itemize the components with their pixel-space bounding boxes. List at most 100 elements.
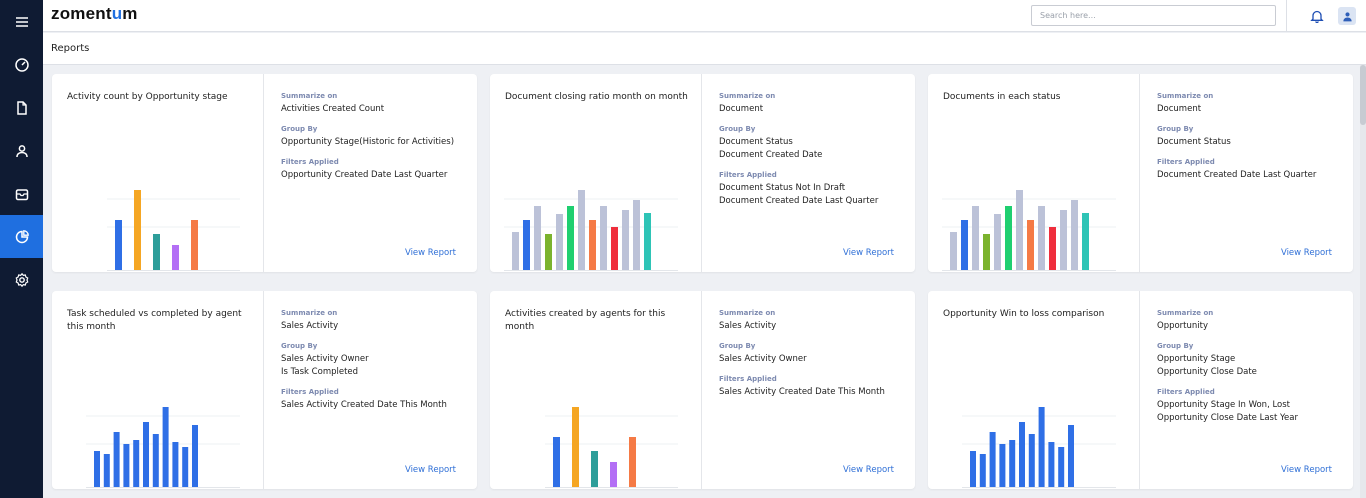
page-title: Reports (51, 43, 90, 54)
chart-bar[interactable] (1058, 447, 1065, 487)
report-card[interactable]: Task scheduled vs completed by agent thi… (52, 291, 477, 489)
chart-bar[interactable] (1068, 425, 1074, 487)
reports-icon (15, 229, 29, 243)
scrollbar-thumb[interactable] (1360, 65, 1366, 125)
chart-bar[interactable] (534, 206, 541, 270)
chart-bar[interactable] (1016, 190, 1023, 270)
chart-bar[interactable] (589, 220, 596, 270)
summarize-label: Summarize on (719, 92, 776, 100)
chart-bar[interactable] (989, 432, 996, 487)
logo[interactable]: zomentum (51, 4, 138, 24)
chart-bar[interactable] (192, 425, 198, 487)
search-input[interactable] (1031, 5, 1276, 26)
sidebar-item-contacts[interactable] (0, 129, 43, 172)
view-report-link[interactable]: View Report (843, 248, 894, 258)
view-report-link[interactable]: View Report (405, 248, 456, 258)
report-card[interactable]: Documents in each status Summarize on Doc… (928, 74, 1353, 272)
sidebar-item-inbox[interactable] (0, 172, 43, 215)
chart-bar[interactable] (633, 200, 640, 270)
card-details-panel: Summarize on Sales Activity Group By Sales… (281, 291, 471, 489)
chart-bar[interactable] (572, 407, 579, 487)
chart-bar[interactable] (1048, 442, 1055, 487)
sidebar-item-settings[interactable] (0, 258, 43, 301)
chart-bar[interactable] (113, 432, 120, 487)
chart-bar[interactable] (961, 220, 968, 270)
chart-bar[interactable] (611, 227, 618, 270)
chart-bar[interactable] (512, 232, 519, 270)
chart-bar[interactable] (153, 234, 160, 270)
chart-bar[interactable] (134, 190, 141, 270)
sidebar-item-reports[interactable] (0, 215, 43, 258)
chart-bar[interactable] (610, 462, 617, 487)
view-report-link[interactable]: View Report (405, 465, 456, 475)
chart-bar[interactable] (1028, 434, 1035, 487)
chart-bar[interactable] (979, 454, 986, 487)
report-card[interactable]: Opportunity Win to loss comparison Summa… (928, 291, 1353, 489)
chart-bar[interactable] (970, 451, 976, 487)
menu-button[interactable] (0, 0, 43, 43)
chart-bar[interactable] (972, 206, 979, 270)
report-card[interactable]: Document closing ratio month on month Su… (490, 74, 915, 272)
bar-chart (545, 407, 678, 488)
chart-bar[interactable] (172, 245, 179, 270)
report-card[interactable]: Activities created by agents for this mo… (490, 291, 915, 489)
chart-bar[interactable] (567, 206, 574, 270)
chart-bar[interactable] (950, 232, 957, 270)
bell-icon[interactable] (1309, 8, 1325, 24)
bar-chart (86, 407, 240, 488)
chart-bar[interactable] (1060, 210, 1067, 270)
chart-bar[interactable] (553, 437, 560, 487)
report-card[interactable]: Activity count by Opportunity stage Summ… (52, 74, 477, 272)
chart-bar[interactable] (1049, 227, 1056, 270)
chart-bar[interactable] (644, 213, 651, 270)
chart-bar[interactable] (629, 437, 636, 487)
chart-bar[interactable] (1071, 200, 1078, 270)
filters-group: Filters Applied Opportunity Stage In Won,… (1157, 388, 1347, 425)
chart-bar[interactable] (182, 447, 189, 487)
chart-bar[interactable] (591, 451, 598, 487)
chart-bar[interactable] (1019, 422, 1025, 487)
chart-bar[interactable] (578, 190, 585, 270)
chart-bar[interactable] (115, 220, 122, 270)
sidebar-item-documents[interactable] (0, 86, 43, 129)
chart-bar[interactable] (133, 440, 140, 487)
chart-bar[interactable] (103, 454, 110, 487)
chart-bar[interactable] (545, 234, 552, 270)
summarize-value: Activities Created Count (281, 104, 385, 114)
chart-bar[interactable] (1005, 206, 1012, 270)
chart-bar[interactable] (143, 422, 149, 487)
chart-bar[interactable] (94, 451, 100, 487)
card-chart-panel: Documents in each status (928, 74, 1140, 272)
chart-bar[interactable] (191, 220, 198, 270)
chart-bar[interactable] (983, 234, 990, 270)
chart-bar[interactable] (1082, 213, 1089, 270)
card-title: Documents in each status (943, 92, 1061, 102)
chart-bar[interactable] (1038, 407, 1045, 487)
view-report-link[interactable]: View Report (1281, 248, 1332, 258)
sidebar-item-dashboard[interactable] (0, 43, 43, 86)
chart-bar[interactable] (152, 434, 159, 487)
chart-bar[interactable] (994, 214, 1001, 270)
summarize-label: Summarize on (281, 92, 338, 100)
summarize-label: Summarize on (719, 309, 776, 317)
chart-bar[interactable] (1038, 206, 1045, 270)
settings-icon (15, 272, 28, 287)
chart-bar[interactable] (1009, 440, 1016, 487)
chart-bar[interactable] (123, 444, 130, 487)
avatar[interactable] (1338, 7, 1356, 25)
card-details-panel: Summarize on Opportunity Group By Opportun… (1157, 291, 1347, 489)
filters-group: Filters Applied Sales Activity Created Da… (719, 375, 909, 399)
chart-bar[interactable] (622, 210, 629, 270)
chart-bar[interactable] (999, 444, 1006, 487)
chart-bar[interactable] (600, 206, 607, 270)
chart-bar[interactable] (162, 407, 169, 487)
view-report-link[interactable]: View Report (1281, 465, 1332, 475)
card-chart-panel: Activities created by agents for this mo… (490, 291, 702, 489)
contact-icon (15, 144, 28, 157)
scrollbar-track[interactable] (1360, 65, 1366, 498)
chart-bar[interactable] (556, 214, 563, 270)
chart-bar[interactable] (172, 442, 179, 487)
chart-bar[interactable] (1027, 220, 1034, 270)
view-report-link[interactable]: View Report (843, 465, 894, 475)
chart-bar[interactable] (523, 220, 530, 270)
